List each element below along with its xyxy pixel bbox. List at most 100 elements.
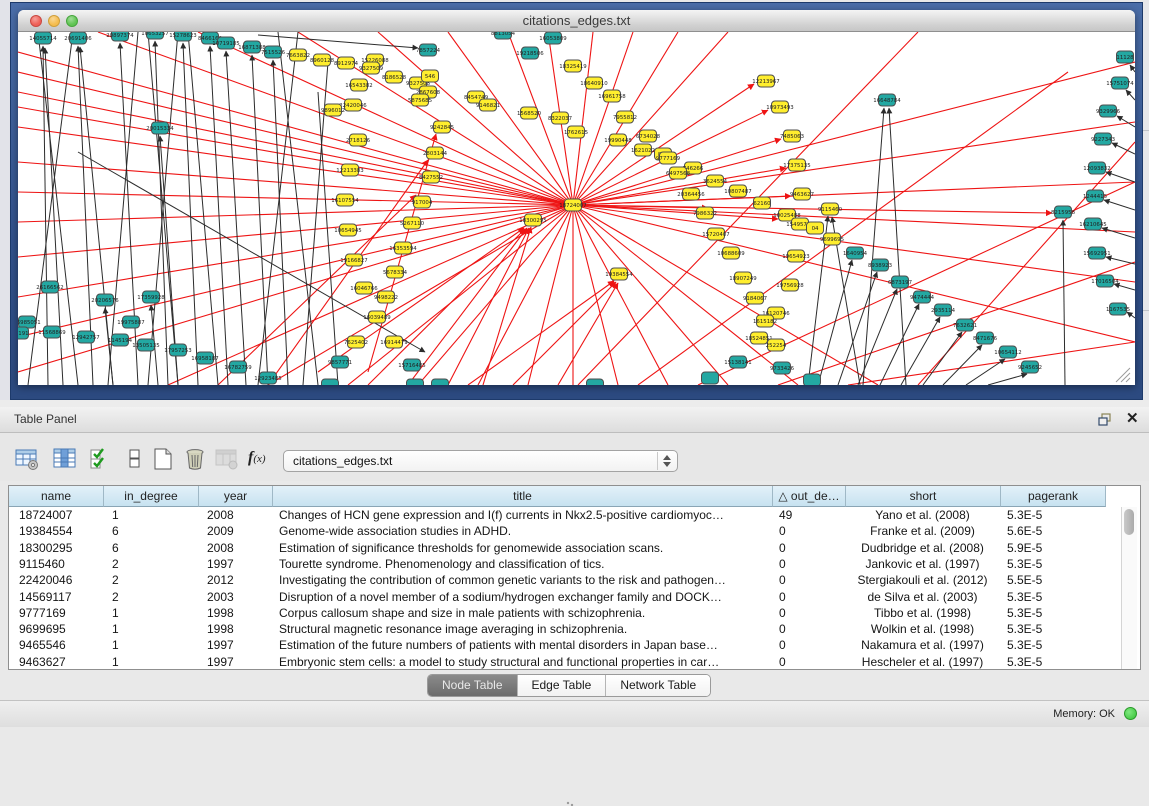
splitter-handle-icon[interactable] bbox=[566, 801, 575, 806]
graph-node[interactable]: 9115460 bbox=[818, 203, 843, 215]
graph-node[interactable]: 9227343 bbox=[1091, 133, 1115, 145]
graph-node[interactable]: 19218506 bbox=[516, 47, 544, 59]
close-panel-icon[interactable]: ✕ bbox=[1126, 411, 1140, 427]
graph-node[interactable]: 18907249 bbox=[729, 272, 757, 284]
network-canvas[interactable]: 1405571420691406208973741065325715278623… bbox=[18, 32, 1135, 385]
graph-node[interactable]: 11128 bbox=[1116, 51, 1134, 63]
graph-node[interactable]: 546 bbox=[422, 70, 439, 82]
graph-node[interactable]: 9146821 bbox=[476, 99, 500, 111]
graph-node[interactable]: 7986322 bbox=[693, 207, 717, 219]
graph-node[interactable]: 8938923 bbox=[868, 259, 892, 271]
graph-node[interactable]: 15138141 bbox=[724, 356, 751, 368]
graph-node[interactable]: 9857771 bbox=[328, 356, 352, 368]
graph-node[interactable] bbox=[804, 374, 821, 385]
graph-node[interactable]: 18640910 bbox=[580, 77, 608, 89]
graph-node[interactable]: 1145194 bbox=[108, 334, 133, 346]
tab-node-table[interactable]: Node Table bbox=[428, 675, 518, 696]
column-header-title[interactable]: title bbox=[273, 486, 773, 507]
graph-node[interactable]: 62160 bbox=[753, 197, 771, 209]
graph-node[interactable]: 8186528 bbox=[382, 71, 407, 83]
graph-node[interactable]: 7632621 bbox=[953, 319, 977, 331]
graph-node[interactable]: 04 bbox=[807, 222, 824, 234]
column-header-year[interactable]: year bbox=[199, 486, 273, 507]
show-columns-button[interactable] bbox=[52, 447, 80, 473]
graph-node[interactable]: 9896012 bbox=[321, 104, 345, 116]
graph-node[interactable]: 252254 bbox=[766, 339, 787, 351]
graph-node[interactable] bbox=[702, 372, 719, 384]
graph-node[interactable]: 10654945 bbox=[334, 224, 361, 236]
graph-node[interactable]: 16039489 bbox=[363, 311, 391, 323]
graph-node[interactable]: 9329966 bbox=[1096, 105, 1121, 117]
graph-node[interactable]: 11568869 bbox=[38, 326, 66, 338]
graph-node[interactable]: 17957253 bbox=[164, 344, 191, 356]
graph-node[interactable]: 1568520 bbox=[517, 107, 542, 119]
float-panel-icon[interactable] bbox=[1098, 413, 1112, 426]
graph-node[interactable]: 19975887 bbox=[117, 316, 144, 328]
graph-node[interactable]: 8471676 bbox=[973, 332, 998, 344]
graph-node[interactable]: 15751074 bbox=[1106, 77, 1134, 89]
graph-node[interactable]: 8427552 bbox=[419, 171, 443, 183]
graph-node[interactable]: 9498222 bbox=[374, 291, 398, 303]
graph-node[interactable]: 16053809 bbox=[539, 32, 567, 44]
tab-network-table[interactable]: Network Table bbox=[606, 675, 710, 696]
table-select-dropdown[interactable]: citations_edges.txt bbox=[283, 450, 678, 472]
graph-node[interactable] bbox=[407, 379, 424, 385]
graph-node[interactable]: 9245652 bbox=[1018, 361, 1042, 373]
graph-node[interactable]: 3624554 bbox=[703, 175, 728, 187]
graph-node[interactable]: 917004 bbox=[412, 196, 433, 208]
graph-node[interactable]: 7515526 bbox=[261, 46, 286, 58]
table-settings-button[interactable] bbox=[14, 447, 42, 473]
graph-node[interactable]: 9699695 bbox=[820, 233, 844, 245]
graph-node[interactable]: 17359928 bbox=[137, 291, 165, 303]
graph-node[interactable]: 10654112 bbox=[994, 346, 1021, 358]
graph-node[interactable]: 1621022 bbox=[631, 144, 655, 156]
graph-node[interactable]: 20897374 bbox=[106, 32, 134, 41]
graph-node[interactable]: 2935114 bbox=[931, 304, 956, 316]
network-graph[interactable]: 1405571420691406208973741065325715278623… bbox=[18, 32, 1135, 385]
graph-node[interactable]: 20364456 bbox=[677, 188, 705, 200]
column-header-short[interactable]: short bbox=[846, 486, 1001, 507]
graph-node[interactable]: 18300295 bbox=[519, 214, 546, 226]
graph-node[interactable]: 16782759 bbox=[224, 361, 252, 373]
graph-node[interactable]: 20691406 bbox=[64, 32, 92, 44]
horizontal-splitter[interactable] bbox=[0, 400, 1149, 407]
graph-node[interactable]: 16958187 bbox=[191, 352, 218, 364]
network-window[interactable]: citations_edges.txt 14055714206914062089… bbox=[18, 10, 1135, 385]
graph-node[interactable]: 10653257 bbox=[141, 32, 168, 39]
graph-node[interactable] bbox=[322, 379, 339, 385]
scrollbar-thumb[interactable] bbox=[1124, 509, 1134, 535]
graph-node[interactable]: 9463627 bbox=[790, 188, 814, 200]
graph-node[interactable]: 17375135 bbox=[783, 159, 810, 171]
graph-node[interactable]: 7625402 bbox=[344, 336, 368, 348]
graph-node[interactable]: 10973493 bbox=[766, 101, 793, 113]
graph-node[interactable]: 6873197 bbox=[888, 276, 912, 288]
graph-node[interactable]: 2718126 bbox=[346, 134, 371, 146]
window-titlebar[interactable]: citations_edges.txt bbox=[18, 10, 1135, 32]
graph-node[interactable]: 16961758 bbox=[598, 90, 626, 102]
graph-node[interactable]: 16107554 bbox=[331, 194, 359, 206]
graph-node[interactable]: 12213967 bbox=[752, 75, 779, 87]
graph-node[interactable]: 15716485 bbox=[398, 359, 425, 371]
vertical-scrollbar[interactable] bbox=[1121, 507, 1137, 669]
graph-node[interactable]: 1167535 bbox=[1106, 303, 1130, 315]
graph-node[interactable] bbox=[432, 379, 449, 385]
tab-edge-table[interactable]: Edge Table bbox=[518, 675, 607, 696]
graph-node[interactable]: 8322037 bbox=[548, 112, 572, 124]
graph-node[interactable]: 8215958 bbox=[1051, 206, 1076, 218]
graph-node[interactable]: 16543382 bbox=[345, 79, 372, 91]
graph-node[interactable]: 15720407 bbox=[702, 228, 729, 240]
function-builder-button[interactable]: f(x) bbox=[248, 449, 276, 475]
graph-node[interactable]: 18325419 bbox=[559, 60, 587, 72]
graph-node[interactable]: 1244415 bbox=[1083, 190, 1107, 202]
graph-node[interactable]: 9184067 bbox=[743, 292, 767, 304]
graph-node[interactable]: 10688609 bbox=[717, 247, 745, 259]
graph-node[interactable]: 16353594 bbox=[389, 242, 417, 254]
graph-node[interactable]: 16046766 bbox=[350, 282, 378, 294]
graph-node[interactable]: 6734028 bbox=[636, 130, 661, 142]
graph-node[interactable]: 15278623 bbox=[169, 32, 196, 41]
graph-node[interactable]: 5678334 bbox=[383, 266, 408, 278]
graph-node[interactable]: 1640954 bbox=[843, 247, 868, 259]
column-header-pagerank[interactable]: pagerank bbox=[1001, 486, 1106, 507]
graph-node[interactable]: 19654923 bbox=[782, 250, 809, 262]
column-header-out_de[interactable]: △ out_de… bbox=[773, 486, 846, 507]
